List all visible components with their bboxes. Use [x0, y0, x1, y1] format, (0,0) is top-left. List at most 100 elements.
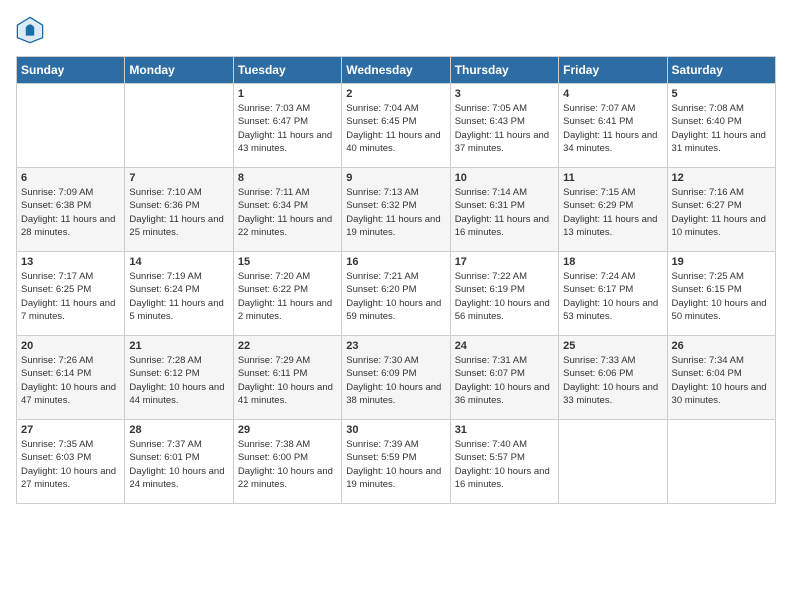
- day-number: 3: [455, 88, 554, 100]
- day-info: Sunrise: 7:13 AM Sunset: 6:32 PM Dayligh…: [346, 186, 445, 239]
- day-number: 14: [129, 256, 228, 268]
- day-info: Sunrise: 7:37 AM Sunset: 6:01 PM Dayligh…: [129, 438, 228, 491]
- day-info: Sunrise: 7:26 AM Sunset: 6:14 PM Dayligh…: [21, 354, 120, 407]
- page-header: [16, 16, 776, 44]
- day-number: 13: [21, 256, 120, 268]
- calendar-cell: 6 Sunrise: 7:09 AM Sunset: 6:38 PM Daylig…: [17, 168, 125, 252]
- day-info: Sunrise: 7:07 AM Sunset: 6:41 PM Dayligh…: [563, 102, 662, 155]
- day-info: Sunrise: 7:04 AM Sunset: 6:45 PM Dayligh…: [346, 102, 445, 155]
- day-header: Tuesday: [233, 57, 341, 84]
- calendar-cell: 13 Sunrise: 7:17 AM Sunset: 6:25 PM Dayli…: [17, 252, 125, 336]
- day-info: Sunrise: 7:22 AM Sunset: 6:19 PM Dayligh…: [455, 270, 554, 323]
- day-info: Sunrise: 7:14 AM Sunset: 6:31 PM Dayligh…: [455, 186, 554, 239]
- calendar-cell: 22Sunrise: 7:29 AM Sunset: 6:11 PM Dayli…: [233, 336, 341, 420]
- calendar-cell: 26Sunrise: 7:34 AM Sunset: 6:04 PM Dayli…: [667, 336, 775, 420]
- day-info: Sunrise: 7:11 AM Sunset: 6:34 PM Dayligh…: [238, 186, 337, 239]
- day-info: Sunrise: 7:30 AM Sunset: 6:09 PM Dayligh…: [346, 354, 445, 407]
- day-header: Friday: [559, 57, 667, 84]
- calendar-cell: 17Sunrise: 7:22 AM Sunset: 6:19 PM Dayli…: [450, 252, 558, 336]
- calendar-cell: 27 Sunrise: 7:35 AM Sunset: 6:03 PM Dayli…: [17, 420, 125, 504]
- day-number: 24: [455, 340, 554, 352]
- calendar-week-row: 1 Sunrise: 7:03 AM Sunset: 6:47 PM Daylig…: [17, 84, 776, 168]
- calendar-cell: 20 Sunrise: 7:26 AM Sunset: 6:14 PM Dayli…: [17, 336, 125, 420]
- calendar-cell: 4 Sunrise: 7:07 AM Sunset: 6:41 PM Daylig…: [559, 84, 667, 168]
- calendar-cell: 2 Sunrise: 7:04 AM Sunset: 6:45 PM Daylig…: [342, 84, 450, 168]
- day-number: 19: [672, 256, 771, 268]
- day-number: 31: [455, 424, 554, 436]
- day-info: Sunrise: 7:21 AM Sunset: 6:20 PM Dayligh…: [346, 270, 445, 323]
- day-number: 25: [563, 340, 662, 352]
- day-number: 7: [129, 172, 228, 184]
- day-info: Sunrise: 7:20 AM Sunset: 6:22 PM Dayligh…: [238, 270, 337, 323]
- calendar-cell: 8 Sunrise: 7:11 AM Sunset: 6:34 PM Daylig…: [233, 168, 341, 252]
- day-info: Sunrise: 7:03 AM Sunset: 6:47 PM Dayligh…: [238, 102, 337, 155]
- day-number: 15: [238, 256, 337, 268]
- day-number: 6: [21, 172, 120, 184]
- calendar-cell: 29Sunrise: 7:38 AM Sunset: 6:00 PM Dayli…: [233, 420, 341, 504]
- calendar-cell: 18Sunrise: 7:24 AM Sunset: 6:17 PM Dayli…: [559, 252, 667, 336]
- calendar-cell: [17, 84, 125, 168]
- day-info: Sunrise: 7:08 AM Sunset: 6:40 PM Dayligh…: [672, 102, 771, 155]
- day-info: Sunrise: 7:15 AM Sunset: 6:29 PM Dayligh…: [563, 186, 662, 239]
- day-number: 8: [238, 172, 337, 184]
- day-number: 26: [672, 340, 771, 352]
- logo-icon: [16, 16, 44, 44]
- calendar-cell: 10 Sunrise: 7:14 AM Sunset: 6:31 PM Dayli…: [450, 168, 558, 252]
- day-header: Thursday: [450, 57, 558, 84]
- day-info: Sunrise: 7:17 AM Sunset: 6:25 PM Dayligh…: [21, 270, 120, 323]
- calendar-cell: 30 Sunrise: 7:39 AM Sunset: 5:59 PM Dayli…: [342, 420, 450, 504]
- day-info: Sunrise: 7:19 AM Sunset: 6:24 PM Dayligh…: [129, 270, 228, 323]
- day-number: 11: [563, 172, 662, 184]
- calendar-cell: 12 Sunrise: 7:16 AM Sunset: 6:27 PM Dayli…: [667, 168, 775, 252]
- calendar-cell: 7 Sunrise: 7:10 AM Sunset: 6:36 PM Daylig…: [125, 168, 233, 252]
- day-info: Sunrise: 7:09 AM Sunset: 6:38 PM Dayligh…: [21, 186, 120, 239]
- calendar-cell: 31 Sunrise: 7:40 AM Sunset: 5:57 PM Dayli…: [450, 420, 558, 504]
- day-number: 28: [129, 424, 228, 436]
- day-number: 21: [129, 340, 228, 352]
- day-number: 27: [21, 424, 120, 436]
- day-header: Monday: [125, 57, 233, 84]
- calendar-cell: [559, 420, 667, 504]
- calendar-cell: 28 Sunrise: 7:37 AM Sunset: 6:01 PM Dayli…: [125, 420, 233, 504]
- day-info: Sunrise: 7:10 AM Sunset: 6:36 PM Dayligh…: [129, 186, 228, 239]
- day-header: Sunday: [17, 57, 125, 84]
- day-info: Sunrise: 7:38 AM Sunset: 6:00 PM Dayligh…: [238, 438, 337, 491]
- day-info: Sunrise: 7:39 AM Sunset: 5:59 PM Dayligh…: [346, 438, 445, 491]
- calendar-cell: [125, 84, 233, 168]
- calendar-cell: 24 Sunrise: 7:31 AM Sunset: 6:07 PM Dayli…: [450, 336, 558, 420]
- calendar-table: SundayMondayTuesdayWednesdayThursdayFrid…: [16, 56, 776, 504]
- calendar-body: 1 Sunrise: 7:03 AM Sunset: 6:47 PM Daylig…: [17, 84, 776, 504]
- day-number: 20: [21, 340, 120, 352]
- day-info: Sunrise: 7:40 AM Sunset: 5:57 PM Dayligh…: [455, 438, 554, 491]
- day-info: Sunrise: 7:28 AM Sunset: 6:12 PM Dayligh…: [129, 354, 228, 407]
- calendar-cell: 1 Sunrise: 7:03 AM Sunset: 6:47 PM Daylig…: [233, 84, 341, 168]
- calendar-header: SundayMondayTuesdayWednesdayThursdayFrid…: [17, 57, 776, 84]
- day-info: Sunrise: 7:05 AM Sunset: 6:43 PM Dayligh…: [455, 102, 554, 155]
- day-number: 9: [346, 172, 445, 184]
- calendar-cell: 25Sunrise: 7:33 AM Sunset: 6:06 PM Dayli…: [559, 336, 667, 420]
- day-number: 30: [346, 424, 445, 436]
- day-number: 1: [238, 88, 337, 100]
- day-number: 23: [346, 340, 445, 352]
- calendar-cell: [667, 420, 775, 504]
- day-info: Sunrise: 7:35 AM Sunset: 6:03 PM Dayligh…: [21, 438, 120, 491]
- calendar-cell: 16 Sunrise: 7:21 AM Sunset: 6:20 PM Dayli…: [342, 252, 450, 336]
- calendar-cell: 11 Sunrise: 7:15 AM Sunset: 6:29 PM Dayli…: [559, 168, 667, 252]
- day-info: Sunrise: 7:25 AM Sunset: 6:15 PM Dayligh…: [672, 270, 771, 323]
- day-number: 2: [346, 88, 445, 100]
- day-info: Sunrise: 7:31 AM Sunset: 6:07 PM Dayligh…: [455, 354, 554, 407]
- calendar-cell: 19 Sunrise: 7:25 AM Sunset: 6:15 PM Dayli…: [667, 252, 775, 336]
- day-number: 4: [563, 88, 662, 100]
- day-number: 10: [455, 172, 554, 184]
- logo: [16, 16, 48, 44]
- calendar-cell: 21 Sunrise: 7:28 AM Sunset: 6:12 PM Dayli…: [125, 336, 233, 420]
- day-number: 5: [672, 88, 771, 100]
- day-info: Sunrise: 7:16 AM Sunset: 6:27 PM Dayligh…: [672, 186, 771, 239]
- day-number: 12: [672, 172, 771, 184]
- calendar-week-row: 13 Sunrise: 7:17 AM Sunset: 6:25 PM Dayli…: [17, 252, 776, 336]
- header-row: SundayMondayTuesdayWednesdayThursdayFrid…: [17, 57, 776, 84]
- calendar-cell: 14 Sunrise: 7:19 AM Sunset: 6:24 PM Dayli…: [125, 252, 233, 336]
- calendar-cell: 9 Sunrise: 7:13 AM Sunset: 6:32 PM Daylig…: [342, 168, 450, 252]
- day-number: 16: [346, 256, 445, 268]
- calendar-cell: 3 Sunrise: 7:05 AM Sunset: 6:43 PM Daylig…: [450, 84, 558, 168]
